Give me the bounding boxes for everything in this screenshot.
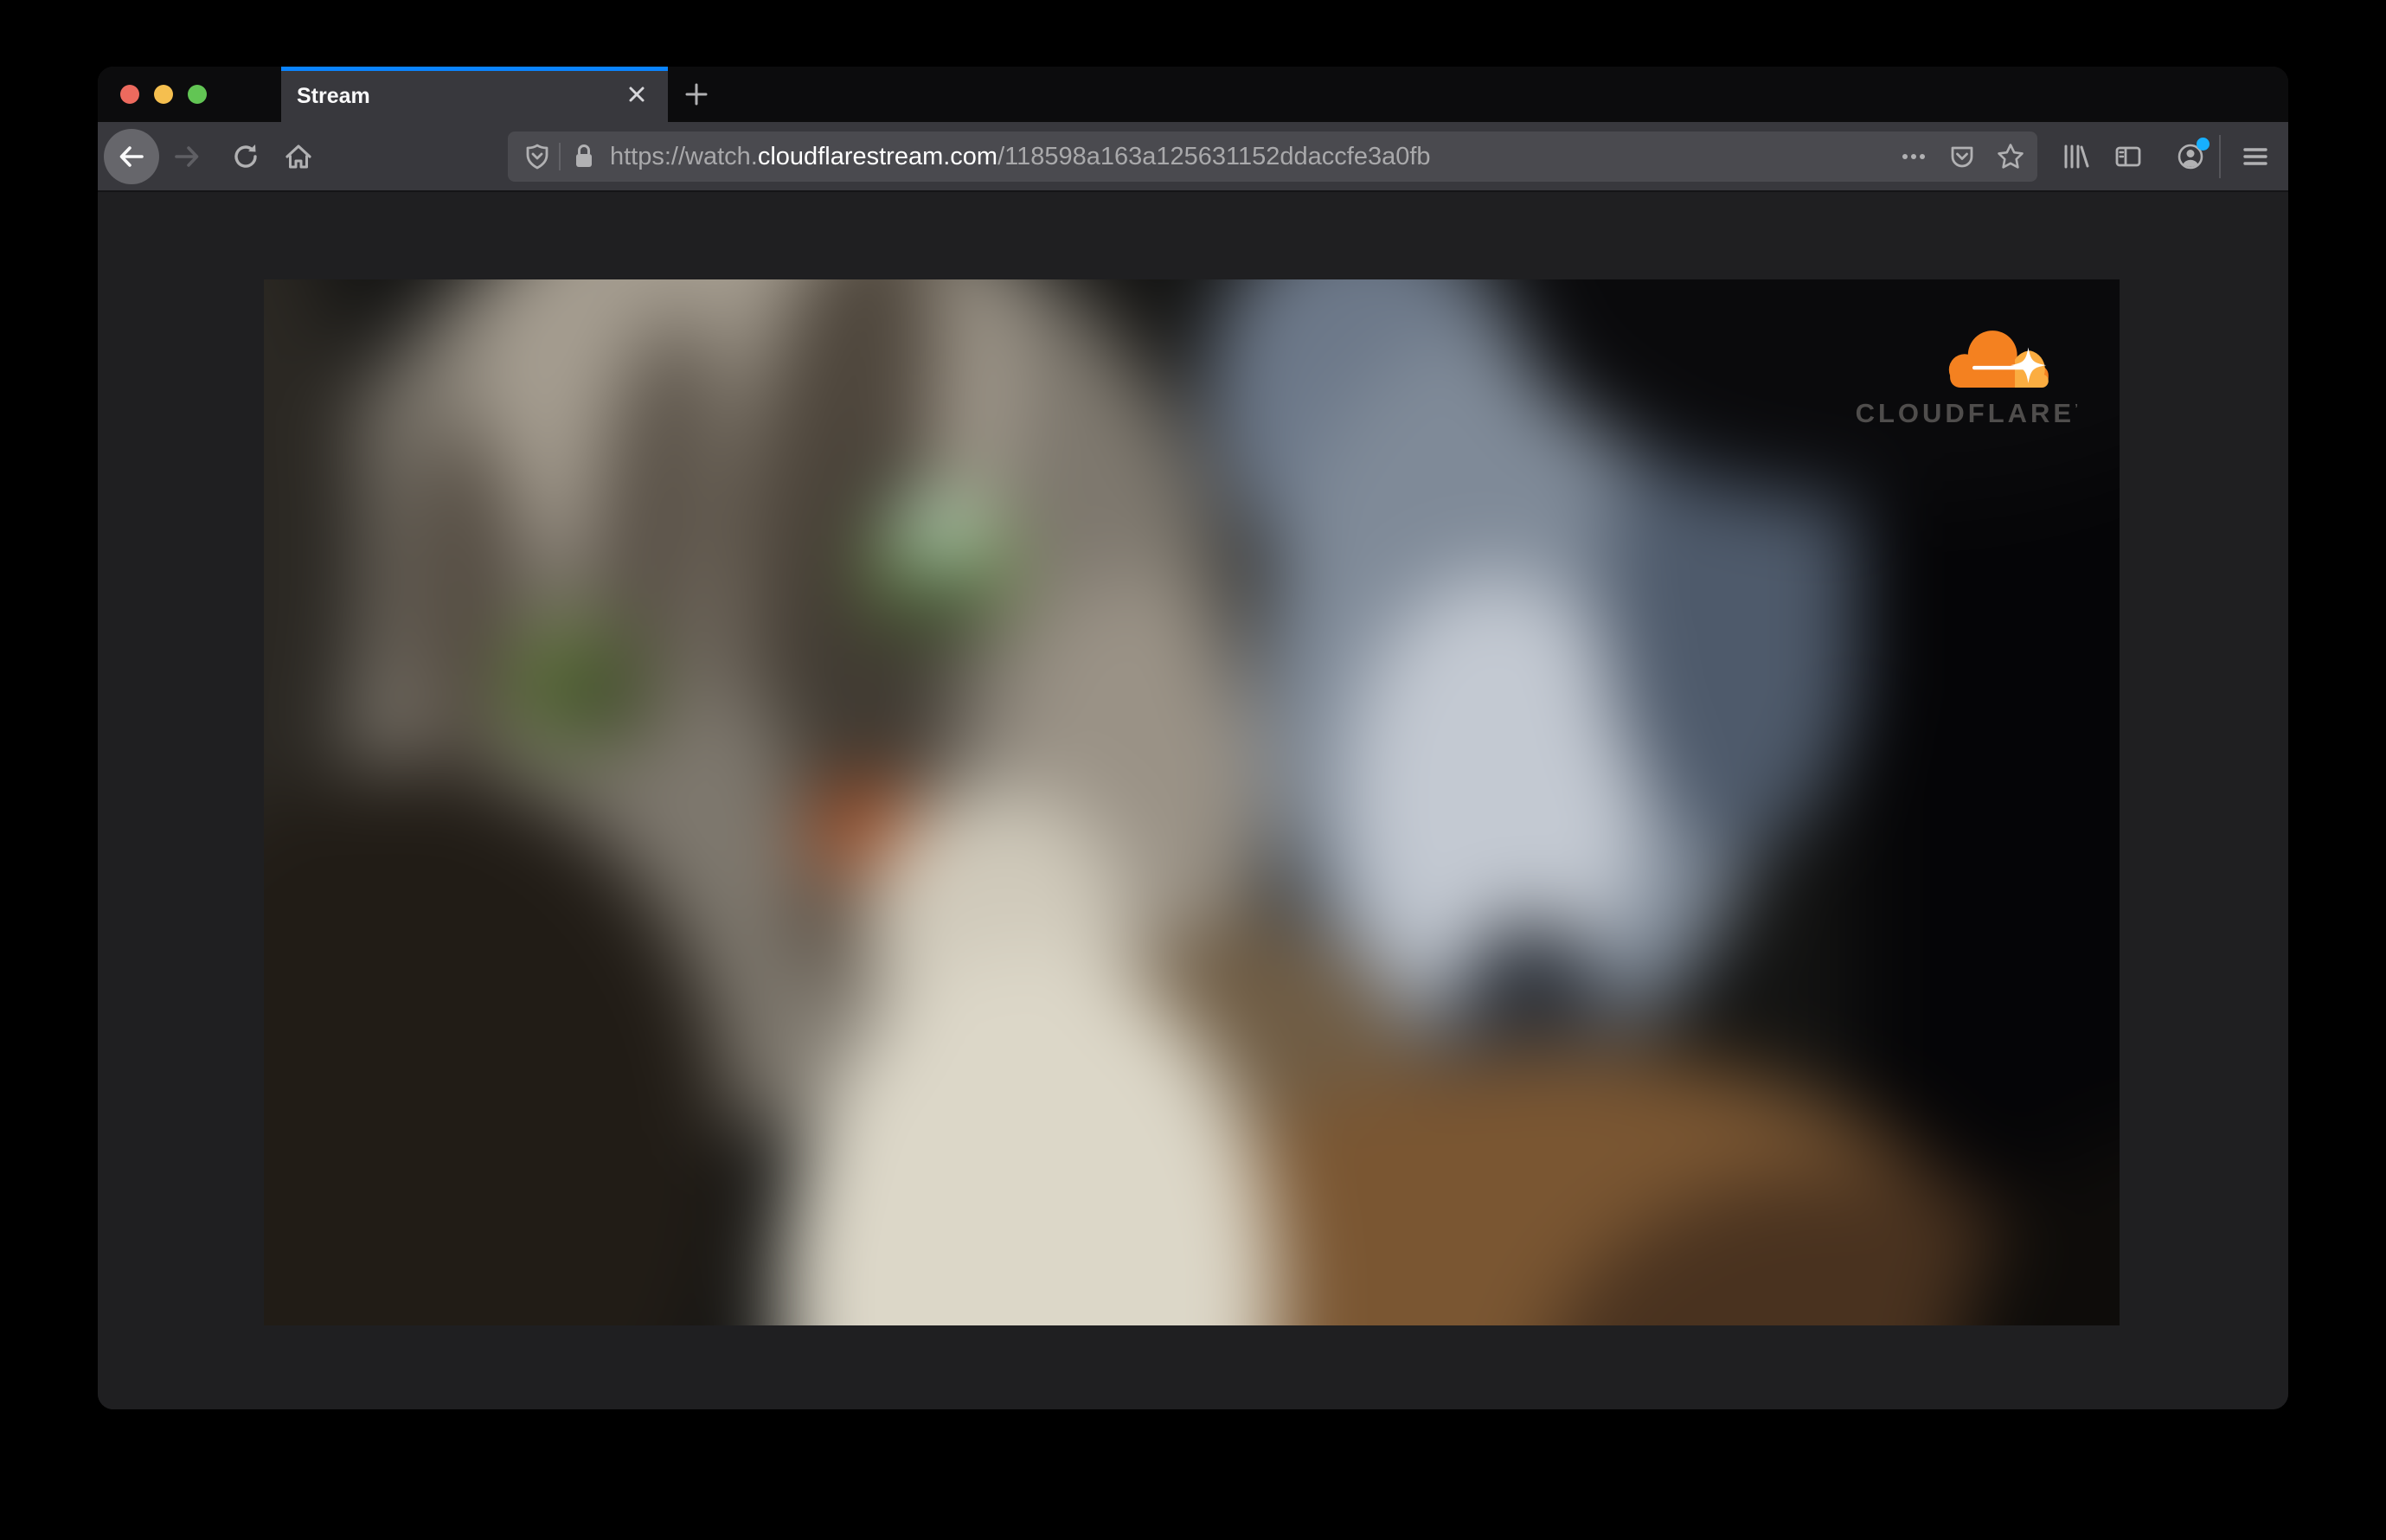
cat-left-pupil: [554, 651, 619, 729]
tab-bar: Stream: [98, 67, 2288, 122]
menu-hamburger-icon[interactable]: [2240, 141, 2271, 172]
library-icon[interactable]: [2059, 141, 2090, 172]
navigation-toolbar: https://watch.cloudflarestream.com/11859…: [98, 122, 2288, 192]
close-tab-icon[interactable]: [625, 82, 649, 106]
page-content: CLOUDFLARE’: [98, 192, 2288, 1409]
cloudflare-cloud-icon: [1948, 330, 2049, 388]
zoom-window-button[interactable]: [188, 85, 207, 104]
cat-right-pupil: [904, 561, 982, 643]
url-domain: cloudflarestream.com: [757, 143, 998, 170]
sidebar-icon[interactable]: [2113, 141, 2144, 172]
back-button[interactable]: [104, 129, 159, 184]
page-actions-icon[interactable]: [1898, 141, 1929, 172]
url-subdomain: https://watch.: [610, 143, 758, 170]
cloudflare-wordmark: CLOUDFLARE’: [1855, 398, 2081, 428]
url-text[interactable]: https://watch.cloudflarestream.com/11859…: [610, 132, 1431, 182]
tracking-protection-shield-icon[interactable]: [522, 141, 553, 172]
tab-title: Stream: [297, 84, 370, 108]
pocket-icon[interactable]: [1947, 141, 1978, 172]
lock-icon[interactable]: [568, 141, 600, 172]
bookmark-star-icon[interactable]: [1995, 141, 2026, 172]
forward-button[interactable]: [171, 141, 202, 172]
url-path: /118598a163a125631152ddaccfe3a0fb: [997, 143, 1431, 170]
cat-right-eye-highlight: [895, 500, 982, 569]
reload-icon[interactable]: [230, 141, 261, 172]
video-player[interactable]: CLOUDFLARE’: [264, 279, 2120, 1325]
account-icon[interactable]: [2175, 138, 2210, 172]
browser-window: Stream https://watch.cloudflarestream.co…: [98, 67, 2288, 1409]
url-bar[interactable]: https://watch.cloudflarestream.com/11859…: [508, 132, 2037, 182]
account-notification-dot: [2197, 138, 2210, 151]
new-tab-icon[interactable]: [681, 79, 712, 110]
cloudflare-logo: CLOUDFLARE’: [1770, 324, 2081, 429]
cat-fur-stripe-3: [402, 427, 523, 773]
video-frame-art: [264, 279, 2120, 1325]
home-icon[interactable]: [283, 141, 314, 172]
trademark-tick: ’: [2075, 401, 2081, 415]
urlbar-divider: [559, 143, 561, 170]
toolbar-divider: [2219, 135, 2221, 178]
close-window-button[interactable]: [120, 85, 139, 104]
tab-stream[interactable]: Stream: [281, 67, 668, 122]
minimize-window-button[interactable]: [154, 85, 173, 104]
